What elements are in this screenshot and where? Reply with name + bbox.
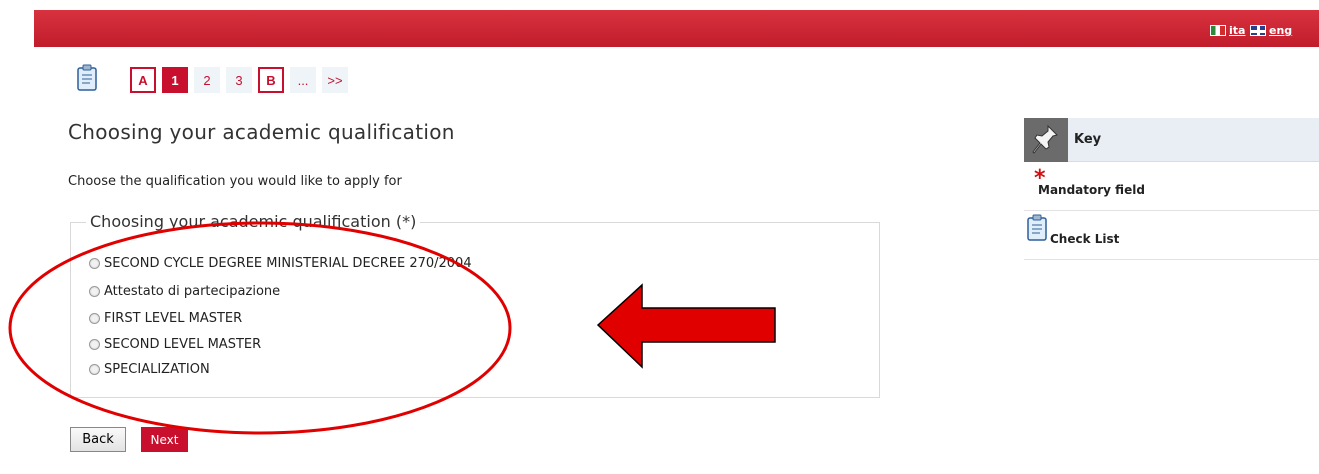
key-checklist-label: Check List bbox=[1050, 232, 1120, 246]
option-label: FIRST LEVEL MASTER bbox=[104, 311, 243, 326]
top-bar: ita eng bbox=[34, 10, 1319, 47]
checklist-icon bbox=[1026, 214, 1050, 246]
radio-button[interactable] bbox=[89, 313, 100, 324]
option-specialization[interactable]: SPECIALIZATION bbox=[89, 362, 210, 377]
key-row-checklist: Check List bbox=[1024, 211, 1319, 260]
option-label: Attestato di partecipazione bbox=[104, 284, 281, 299]
key-title: Key bbox=[1074, 132, 1102, 147]
option-label: SECOND CYCLE DEGREE MINISTERIAL DECREE 2… bbox=[104, 256, 472, 271]
page-subtitle: Choose the qualification you would like … bbox=[68, 174, 402, 189]
option-label: SPECIALIZATION bbox=[104, 362, 210, 377]
option-label: SECOND LEVEL MASTER bbox=[104, 337, 262, 352]
uk-flag-icon bbox=[1250, 25, 1266, 36]
fieldset-legend: Choosing your academic qualification (*) bbox=[86, 212, 421, 231]
step-2[interactable]: 2 bbox=[194, 67, 220, 93]
radio-button[interactable] bbox=[89, 286, 100, 297]
back-button[interactable]: Back bbox=[70, 427, 126, 452]
lang-link-italian[interactable]: ita bbox=[1210, 24, 1245, 37]
next-button[interactable]: Next bbox=[141, 427, 188, 452]
option-second-cycle-degree[interactable]: SECOND CYCLE DEGREE MINISTERIAL DECREE 2… bbox=[89, 256, 472, 271]
option-attestato[interactable]: Attestato di partecipazione bbox=[89, 284, 280, 299]
key-header: Key bbox=[1024, 117, 1319, 162]
lang-label-ita: ita bbox=[1229, 24, 1246, 37]
step-ellipsis[interactable]: ... bbox=[290, 67, 316, 93]
key-mandatory-label: Mandatory field bbox=[1038, 183, 1145, 197]
pushpin-icon bbox=[1024, 117, 1068, 162]
lang-label-eng: eng bbox=[1269, 24, 1293, 37]
asterisk-icon: * bbox=[1034, 166, 1046, 191]
radio-button[interactable] bbox=[89, 339, 100, 350]
checklist-icon[interactable] bbox=[76, 64, 100, 92]
lang-link-english[interactable]: eng bbox=[1250, 24, 1292, 37]
step-1[interactable]: 1 bbox=[162, 67, 188, 93]
step-b[interactable]: B bbox=[258, 67, 284, 93]
italian-flag-icon bbox=[1210, 25, 1226, 36]
option-second-level-master[interactable]: SECOND LEVEL MASTER bbox=[89, 337, 261, 352]
step-navigation: A 1 2 3 B ... >> bbox=[130, 67, 348, 93]
step-next-arrows[interactable]: >> bbox=[322, 67, 348, 93]
page-title: Choosing your academic qualification bbox=[68, 120, 455, 144]
step-3[interactable]: 3 bbox=[226, 67, 252, 93]
radio-button[interactable] bbox=[89, 258, 100, 269]
key-row-mandatory: * Mandatory field bbox=[1024, 162, 1319, 211]
option-first-level-master[interactable]: FIRST LEVEL MASTER bbox=[89, 311, 242, 326]
key-panel: Key * Mandatory field Check List bbox=[1024, 117, 1319, 260]
step-a[interactable]: A bbox=[130, 67, 156, 93]
radio-button[interactable] bbox=[89, 364, 100, 375]
